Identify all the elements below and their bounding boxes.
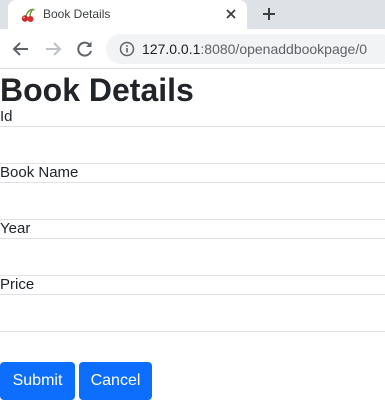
form-group-id: Id bbox=[0, 108, 385, 164]
year-input[interactable] bbox=[0, 238, 385, 276]
url-path: :8080/openaddbookpage/0 bbox=[200, 41, 367, 57]
address-bar[interactable]: 127.0.0.1:8080/openaddbookpage/0 bbox=[106, 34, 385, 64]
info-icon[interactable] bbox=[119, 41, 135, 57]
reload-icon[interactable] bbox=[75, 39, 95, 59]
price-input[interactable] bbox=[0, 294, 385, 332]
close-icon[interactable] bbox=[223, 6, 239, 22]
form-group-price: Price bbox=[0, 276, 385, 332]
page-content: Book Details Id Book Name Year Price Sub… bbox=[0, 70, 385, 400]
url-text: 127.0.0.1:8080/openaddbookpage/0 bbox=[142, 41, 367, 57]
tab-title: Book Details bbox=[43, 7, 111, 21]
form-group-year: Year bbox=[0, 220, 385, 276]
browser-toolbar: 127.0.0.1:8080/openaddbookpage/0 bbox=[0, 29, 385, 69]
book-name-input[interactable] bbox=[0, 182, 385, 220]
plus-icon[interactable] bbox=[259, 4, 279, 24]
cherry-favicon-icon bbox=[20, 7, 36, 23]
page-title: Book Details bbox=[0, 72, 194, 108]
forward-arrow-icon[interactable] bbox=[43, 39, 63, 59]
id-label: Id bbox=[0, 108, 13, 125]
submit-button[interactable]: Submit bbox=[0, 362, 75, 400]
price-label: Price bbox=[0, 276, 35, 293]
form-group-book-name: Book Name bbox=[0, 164, 385, 220]
tab-strip: Book Details bbox=[0, 0, 385, 29]
browser-tab[interactable]: Book Details bbox=[8, 0, 247, 29]
year-label: Year bbox=[0, 220, 31, 237]
book-name-label: Book Name bbox=[0, 164, 79, 181]
back-arrow-icon[interactable] bbox=[11, 39, 31, 59]
url-host: 127.0.0.1 bbox=[142, 41, 201, 57]
cancel-button[interactable]: Cancel bbox=[79, 362, 152, 400]
id-input[interactable] bbox=[0, 126, 385, 164]
